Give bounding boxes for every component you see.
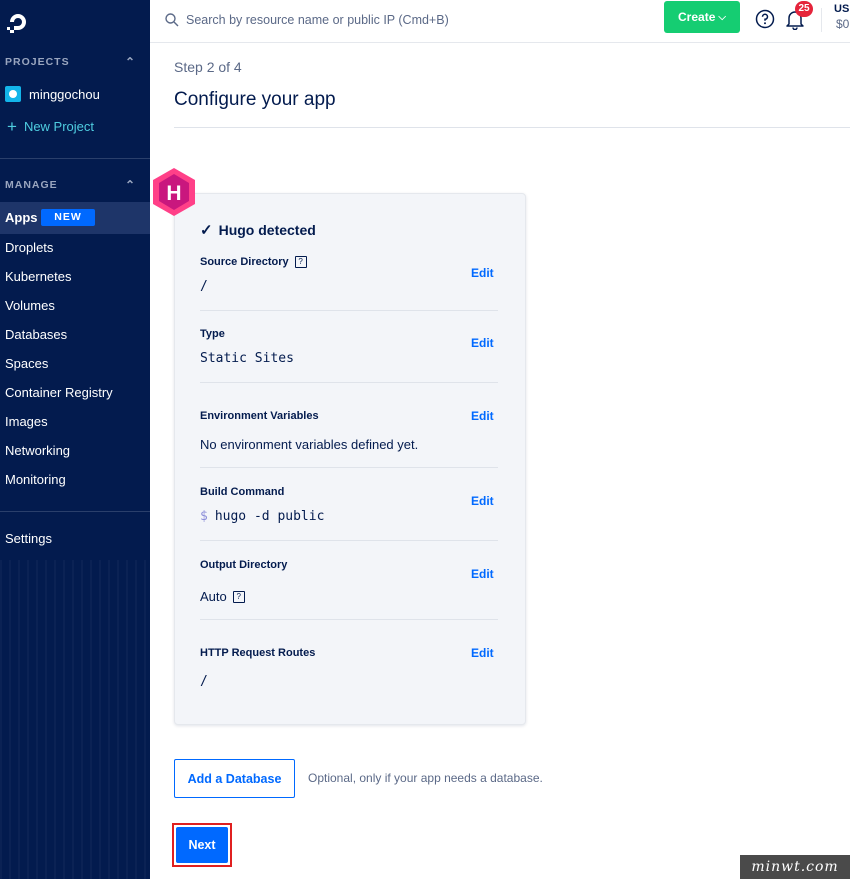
hugo-logo-letter: H [166,182,181,205]
chevron-up-icon[interactable]: ⌃ [125,178,136,192]
notification-badge: 25 [795,1,813,17]
edit-http-request-routes-link[interactable]: Edit [471,646,494,660]
row-divider [200,310,498,311]
sidebar-item-databases[interactable]: Databases [5,327,67,342]
sidebar-item-monitoring[interactable]: Monitoring [5,472,66,487]
top-bar: Create ⌵ 25 US $0 [150,0,850,43]
sidebar-divider [0,511,150,512]
new-project-link[interactable]: + New Project [7,118,94,135]
sidebar-item-kubernetes[interactable]: Kubernetes [5,269,72,284]
sidebar-item-volumes[interactable]: Volumes [5,298,55,313]
watermark: minwt.com [740,855,850,879]
edit-source-directory-link[interactable]: Edit [471,266,494,280]
plus-icon: + [7,117,17,136]
field-value-output-directory: Auto ? [200,589,245,604]
question-mark-icon[interactable]: ? [294,256,307,268]
field-value-environment-variables: No environment variables defined yet. [200,437,419,452]
chevron-up-icon[interactable]: ⌃ [125,55,136,69]
sidebar-divider [0,158,150,159]
next-button[interactable]: Next [176,827,228,863]
search-icon [164,12,180,28]
page-title: Configure your app [174,89,336,110]
field-label-output-directory: Output Directory [200,559,288,571]
shell-prompt: $ [200,509,208,524]
projects-heading: PROJECTS ⌃ [5,55,137,69]
row-divider [200,467,498,468]
edit-environment-variables-link[interactable]: Edit [471,409,494,423]
field-label-type: Type [200,328,225,340]
field-label-build-command: Build Command [200,486,285,498]
sidebar-item-spaces[interactable]: Spaces [5,356,48,371]
sidebar-item-settings[interactable]: Settings [5,531,52,546]
digitalocean-logo-icon[interactable] [4,8,32,36]
usage-value: $0 [836,17,850,31]
sidebar-background-texture [0,560,150,879]
new-badge: NEW [41,209,95,226]
hugo-logo-icon: H [151,167,197,217]
edit-type-link[interactable]: Edit [471,336,494,350]
title-divider [174,127,850,128]
field-value-http-request-routes: / [200,674,208,689]
usage-label: US [834,3,850,15]
help-icon[interactable] [755,9,775,29]
sidebar-item-images[interactable]: Images [5,414,48,429]
field-value-source-directory: / [200,279,208,294]
row-divider [200,619,498,620]
edit-build-command-link[interactable]: Edit [471,494,494,508]
manage-heading: MANAGE ⌃ [5,178,137,192]
sidebar-item-networking[interactable]: Networking [5,443,70,458]
sidebar-item-project[interactable]: minggochou [5,86,100,102]
field-value-type: Static Sites [200,351,294,366]
add-database-button[interactable]: Add a Database [174,759,295,798]
field-label-environment-variables: Environment Variables [200,410,319,422]
field-label-http-request-routes: HTTP Request Routes [200,647,316,659]
field-value-build-command: $ hugo -d public [200,509,325,524]
check-icon: ✓ [200,222,213,239]
detection-status: ✓ Hugo detected [200,222,316,239]
step-indicator: Step 2 of 4 [174,59,242,75]
field-label-source-directory: Source Directory ? [200,256,307,268]
sidebar-item-droplets[interactable]: Droplets [5,240,53,255]
question-mark-icon[interactable]: ? [232,590,245,603]
sidebar: PROJECTS ⌃ minggochou + New Project MANA… [0,0,150,879]
row-divider [200,382,498,383]
topbar-divider [821,8,822,32]
row-divider [200,540,498,541]
project-icon [5,86,21,102]
edit-output-directory-link[interactable]: Edit [471,567,494,581]
project-name: minggochou [29,86,100,102]
create-button[interactable]: Create ⌵ [664,1,740,33]
add-database-hint: Optional, only if your app needs a datab… [308,771,543,785]
sidebar-item-container-registry[interactable]: Container Registry [5,385,113,400]
sidebar-item-apps-label[interactable]: Apps [5,210,38,225]
chevron-down-icon: ⌵ [718,11,726,23]
search-input[interactable] [186,9,566,31]
